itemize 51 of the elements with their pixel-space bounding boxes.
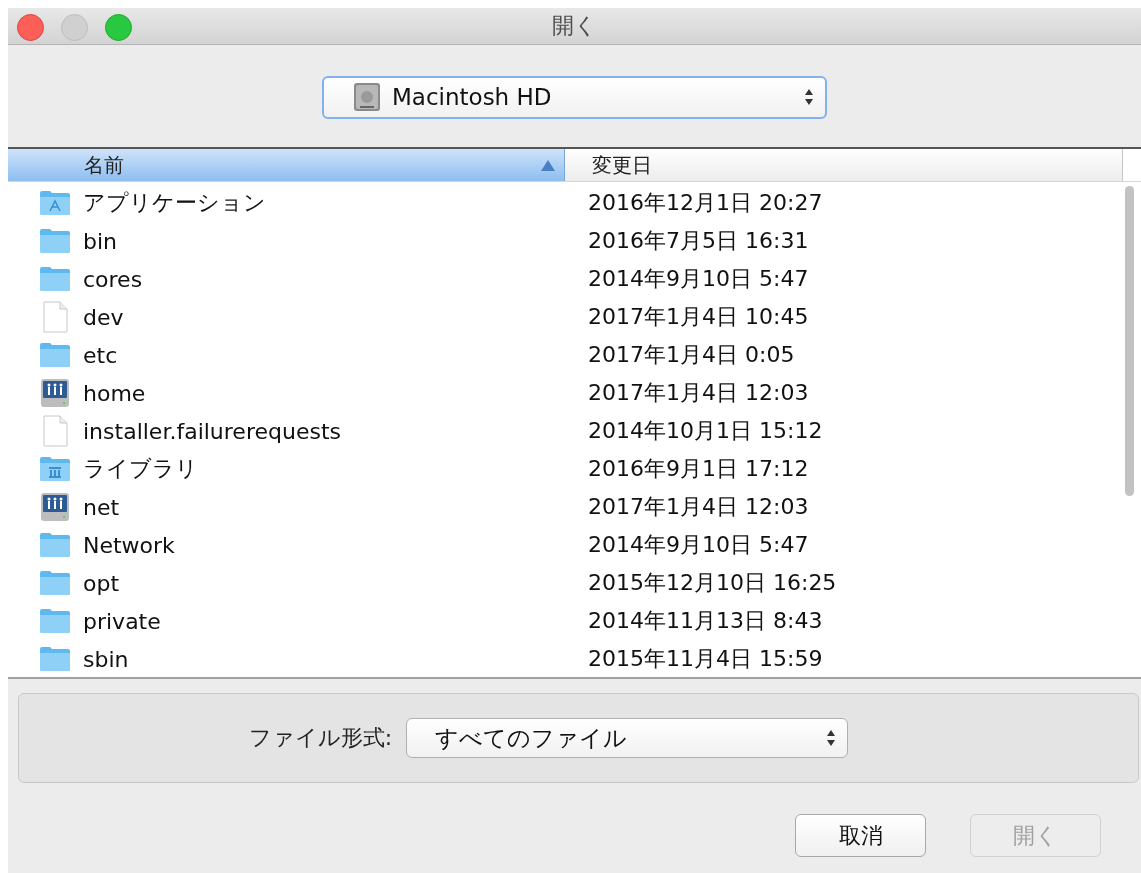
folder-icon xyxy=(39,608,71,634)
network-drive-icon xyxy=(39,491,71,523)
hard-drive-icon xyxy=(352,82,382,112)
folder-icon xyxy=(39,342,71,368)
file-name[interactable]: sbin xyxy=(83,646,129,672)
modified-date: 2014年9月10日 5:47 xyxy=(587,265,809,293)
column-header[interactable]: 変更日 xyxy=(565,149,1123,181)
modified-date: 2014年11月13日 8:43 xyxy=(587,607,823,635)
close-window-button[interactable] xyxy=(17,14,44,41)
cancel-button[interactable]: 取消 xyxy=(795,814,926,857)
file-name[interactable]: net xyxy=(83,494,120,520)
file-name[interactable]: installer.failurerequests xyxy=(83,418,341,444)
modified-date: 2017年1月4日 0:05 xyxy=(587,341,795,369)
column-header[interactable]: 名前 xyxy=(8,149,565,181)
updown-arrows-icon xyxy=(803,87,815,107)
scrollbar-thumb[interactable] xyxy=(1125,186,1134,496)
modified-date: 2015年11月4日 15:59 xyxy=(587,645,823,673)
window-title: 開く xyxy=(552,12,597,40)
folder-icon xyxy=(39,646,71,672)
file-name[interactable]: アプリケーション xyxy=(83,188,266,218)
file-format-popup[interactable]: すべてのファイル xyxy=(406,718,849,758)
folder-icon xyxy=(39,456,71,482)
file-name[interactable]: ライブラリ xyxy=(83,454,198,484)
modified-date: 2016年12月1日 20:27 xyxy=(587,189,823,217)
modified-date: 2014年10月1日 15:12 xyxy=(587,417,823,445)
sort-arrow-icon xyxy=(540,158,556,172)
file-name[interactable]: dev xyxy=(83,304,124,330)
folder-icon xyxy=(39,570,71,596)
file-name[interactable]: home xyxy=(83,380,146,406)
file-name[interactable]: bin xyxy=(83,228,118,254)
file-name[interactable]: etc xyxy=(83,342,118,368)
folder-icon xyxy=(39,228,71,254)
modified-date: 2016年9月1日 17:12 xyxy=(587,455,809,483)
folder-icon xyxy=(39,532,71,558)
modified-date: 2015年12月10日 16:25 xyxy=(587,569,837,597)
modified-date: 2014年9月10日 5:47 xyxy=(587,531,809,559)
zoom-window-button[interactable] xyxy=(105,14,132,41)
network-drive-icon xyxy=(39,377,71,409)
folder-icon xyxy=(39,266,71,292)
file-name[interactable]: Network xyxy=(83,532,175,558)
updown-arrows-icon xyxy=(825,728,838,748)
file-name[interactable]: private xyxy=(83,608,161,634)
modified-date: 2017年1月4日 10:45 xyxy=(587,303,809,331)
modified-date: 2017年1月4日 12:03 xyxy=(587,493,809,521)
modified-date: 2016年7月5日 16:31 xyxy=(587,227,809,255)
location-popup[interactable]: Macintosh HD xyxy=(322,75,827,119)
file-name[interactable]: opt xyxy=(83,570,120,596)
folder-icon xyxy=(39,190,71,216)
file-name[interactable]: cores xyxy=(83,266,143,292)
file-format-label: ファイル形式: xyxy=(248,724,393,752)
modified-date: 2017年1月4日 12:03 xyxy=(587,379,809,407)
